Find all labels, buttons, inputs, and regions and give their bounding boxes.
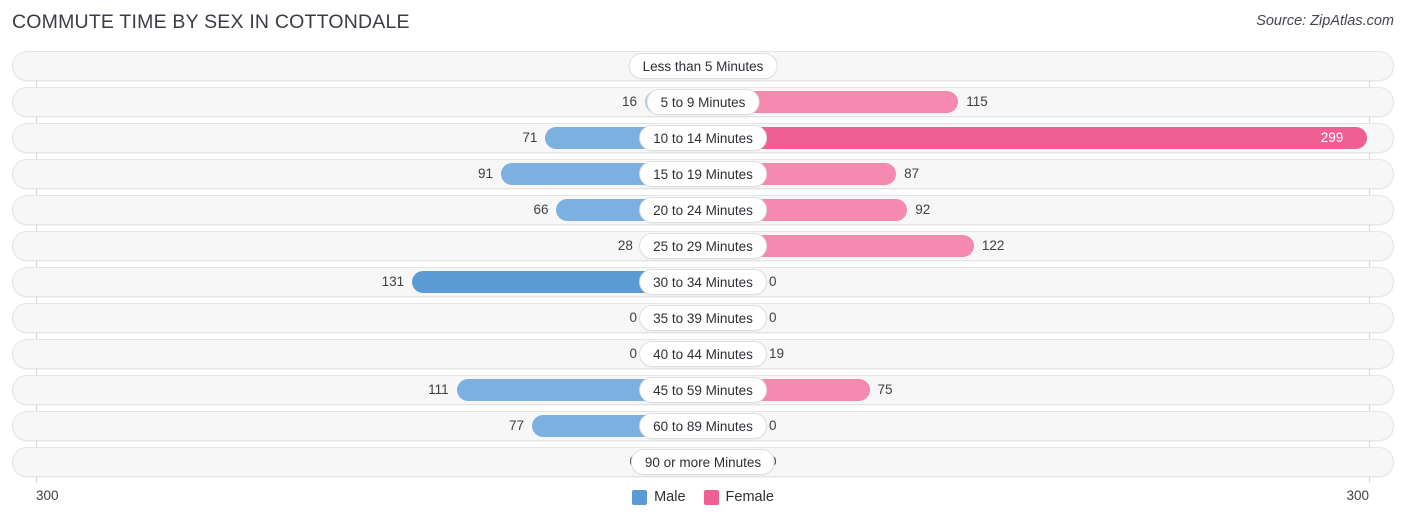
table-row: 16 115 5 to 9 Minutes: [12, 87, 1394, 117]
category-label-pill[interactable]: 45 to 59 Minutes: [639, 377, 767, 403]
category-label-pill[interactable]: 90 or more Minutes: [630, 449, 776, 475]
plot-area: 08Less than 5 Minutes 16 115 5 to 9 Minutes…: [12, 51, 1394, 483]
value-label-male: 16: [621, 94, 637, 109]
page-title: COMMUTE TIME BY SEX IN COTTONDALE: [12, 11, 410, 33]
category-label-pill[interactable]: 30 to 34 Minutes: [639, 269, 767, 295]
chart-header: COMMUTE TIME BY SEX IN COTTONDALE Source…: [0, 0, 1406, 46]
value-label-male: 66: [533, 202, 549, 217]
category-label-pill[interactable]: 40 to 44 Minutes: [639, 341, 767, 367]
value-label-female: 115: [966, 94, 988, 109]
legend-label: Female: [725, 489, 774, 505]
table-row: 0 19 40 to 44 Minutes: [12, 339, 1394, 369]
category-label-pill[interactable]: 15 to 19 Minutes: [639, 161, 767, 187]
table-row: 77 0 60 to 89 Minutes: [12, 411, 1394, 441]
category-label-pill[interactable]: 20 to 24 Minutes: [639, 197, 767, 223]
value-label-female: 19: [769, 346, 785, 361]
source-attribution: Source: ZipAtlas.com: [1256, 13, 1394, 29]
value-label-male: 91: [477, 166, 493, 181]
value-label-female: 299: [1320, 130, 1344, 145]
legend-swatch-icon: [632, 489, 648, 505]
value-label-female: 0: [769, 418, 777, 433]
value-label-male: 0: [629, 310, 637, 325]
category-label-pill[interactable]: 60 to 89 Minutes: [639, 413, 767, 439]
value-label-female: 0: [769, 274, 777, 289]
category-label-pill[interactable]: Less than 5 Minutes: [628, 53, 778, 79]
value-label-female: 0: [769, 310, 777, 325]
bar-female[interactable]: [703, 127, 1367, 149]
category-label-pill[interactable]: 25 to 29 Minutes: [639, 233, 767, 259]
legend-label: Male: [654, 489, 686, 505]
value-label-male: 77: [509, 418, 525, 433]
legend: Male Female: [0, 489, 1406, 505]
value-label-female: 87: [904, 166, 920, 181]
value-label-male: 71: [522, 130, 538, 145]
category-label-pill[interactable]: 35 to 39 Minutes: [639, 305, 767, 331]
category-label-pill[interactable]: 5 to 9 Minutes: [646, 89, 760, 115]
chart-footer: 300 300 Male Female: [0, 484, 1406, 523]
value-label-female: 92: [915, 202, 931, 217]
value-label-female: 75: [877, 382, 893, 397]
table-row: 08Less than 5 Minutes: [12, 51, 1394, 81]
legend-item-male[interactable]: Male: [632, 489, 686, 505]
table-row: 66 92 20 to 24 Minutes: [12, 195, 1394, 225]
value-label-male: 28: [617, 238, 633, 253]
table-row: 91 87 15 to 19 Minutes: [12, 159, 1394, 189]
chart-root: COMMUTE TIME BY SEX IN COTTONDALE Source…: [0, 0, 1406, 523]
value-label-male: 131: [381, 274, 405, 289]
table-row: 28 122 25 to 29 Minutes: [12, 231, 1394, 261]
legend-swatch-icon: [703, 489, 719, 505]
category-label-pill[interactable]: 10 to 14 Minutes: [639, 125, 767, 151]
table-row: 0090 or more Minutes: [12, 447, 1394, 477]
value-label-male: 111: [428, 382, 449, 397]
table-row: 0 0 35 to 39 Minutes: [12, 303, 1394, 333]
value-label-male: 0: [629, 346, 637, 361]
table-row: 71 299 10 to 14 Minutes: [12, 123, 1394, 153]
table-row: 111 75 45 to 59 Minutes: [12, 375, 1394, 405]
table-row: 131 0 30 to 34 Minutes: [12, 267, 1394, 297]
value-label-female: 122: [981, 238, 1005, 253]
legend-item-female[interactable]: Female: [703, 489, 774, 505]
